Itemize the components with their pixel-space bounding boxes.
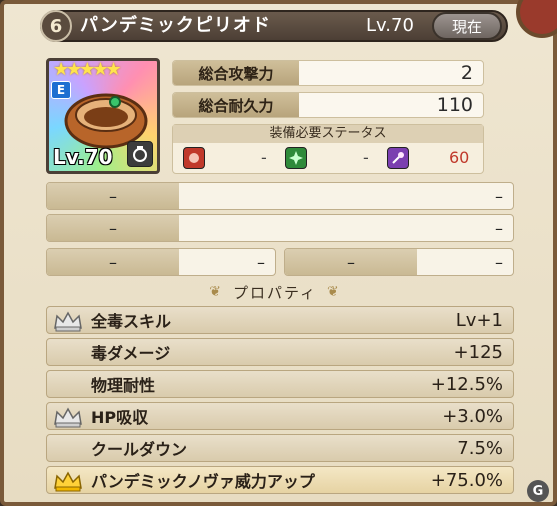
property-row: 毒ダメージ +125 bbox=[46, 338, 514, 366]
slot-number-badge: 6 bbox=[40, 10, 72, 42]
ornament-left-icon: ❦ bbox=[209, 284, 223, 300]
property-value: +12.5% bbox=[430, 373, 503, 395]
item-level-label: Lv.70 bbox=[366, 15, 414, 36]
property-row: 全毒スキル Lv+1 bbox=[46, 306, 514, 334]
durability-stat-row: 総合耐久力 110 bbox=[172, 92, 484, 118]
empty-slot-right: – bbox=[257, 252, 265, 272]
slot-number: 6 bbox=[49, 15, 63, 37]
empty-slot-row-3b: – – bbox=[284, 248, 514, 276]
item-card-level: Lv.70 bbox=[53, 145, 113, 169]
attack-stat-row: 総合攻撃力 2 bbox=[172, 60, 484, 86]
sparkle-icon bbox=[285, 147, 307, 169]
silver-crown-icon bbox=[54, 407, 82, 428]
empty-slot-row-2: – – bbox=[46, 214, 514, 242]
requirement-box: 装備必要ステータス - - 60 bbox=[172, 124, 484, 174]
fist-icon bbox=[183, 147, 205, 169]
attack-value: 2 bbox=[460, 62, 473, 84]
lock-icon[interactable] bbox=[127, 141, 153, 167]
element-badge: E bbox=[51, 81, 71, 99]
property-row-skill: パンデミックノヴァ威力アップ +75.0% bbox=[46, 466, 514, 494]
magic-wand-icon bbox=[387, 147, 409, 169]
empty-slot-right: – bbox=[495, 218, 503, 238]
empty-slot-left: – bbox=[47, 183, 179, 209]
empty-slot-right: – bbox=[495, 252, 503, 272]
property-name: パンデミックノヴァ威力アップ bbox=[91, 472, 315, 491]
property-value: Lv+1 bbox=[455, 309, 503, 331]
rarity-stars: ★★★★★ bbox=[53, 59, 122, 80]
dexterity-requirement: - bbox=[363, 148, 369, 167]
properties-header: ❦ プロパティ ❦ bbox=[180, 282, 370, 302]
empty-slot-left: – bbox=[285, 249, 417, 275]
empty-slot-row-3a: – – bbox=[46, 248, 276, 276]
empty-slot-right: – bbox=[495, 186, 503, 206]
property-value: +75.0% bbox=[430, 469, 503, 491]
item-icon-card[interactable]: ★★★★★ E Lv.70 bbox=[46, 58, 160, 174]
requirement-title: 装備必要ステータス bbox=[173, 125, 483, 143]
magic-requirement: 60 bbox=[449, 148, 470, 167]
property-value: +125 bbox=[453, 341, 503, 363]
property-row: クールダウン 7.5% bbox=[46, 434, 514, 462]
attack-label: 総合攻撃力 bbox=[173, 61, 299, 85]
ring-lock-icon bbox=[133, 146, 147, 162]
empty-slot-left: – bbox=[47, 249, 179, 275]
gold-crown-icon bbox=[54, 471, 82, 492]
silver-crown-icon bbox=[54, 311, 82, 332]
item-name: パンデミックピリオド bbox=[80, 15, 271, 36]
ornament-right-icon: ❦ bbox=[327, 284, 341, 300]
property-name: 全毒スキル bbox=[91, 312, 172, 331]
property-name: 物理耐性 bbox=[91, 376, 156, 395]
durability-value: 110 bbox=[436, 94, 473, 116]
empty-slot-left: – bbox=[47, 215, 179, 241]
property-row: HP吸収 +3.0% bbox=[46, 402, 514, 430]
empty-slot-row-1: – – bbox=[46, 182, 514, 210]
watermark-logo: G bbox=[527, 480, 549, 502]
property-value: 7.5% bbox=[457, 437, 503, 459]
strength-requirement: - bbox=[261, 148, 267, 167]
properties-title: プロパティ bbox=[232, 283, 318, 302]
property-row: 物理耐性 +12.5% bbox=[46, 370, 514, 398]
property-name: クールダウン bbox=[91, 440, 188, 459]
durability-label: 総合耐久力 bbox=[173, 93, 299, 117]
current-equip-button[interactable]: 現在 bbox=[432, 12, 502, 40]
property-name: HP吸収 bbox=[91, 408, 149, 427]
property-value: +3.0% bbox=[442, 405, 503, 427]
property-name: 毒ダメージ bbox=[91, 344, 171, 363]
